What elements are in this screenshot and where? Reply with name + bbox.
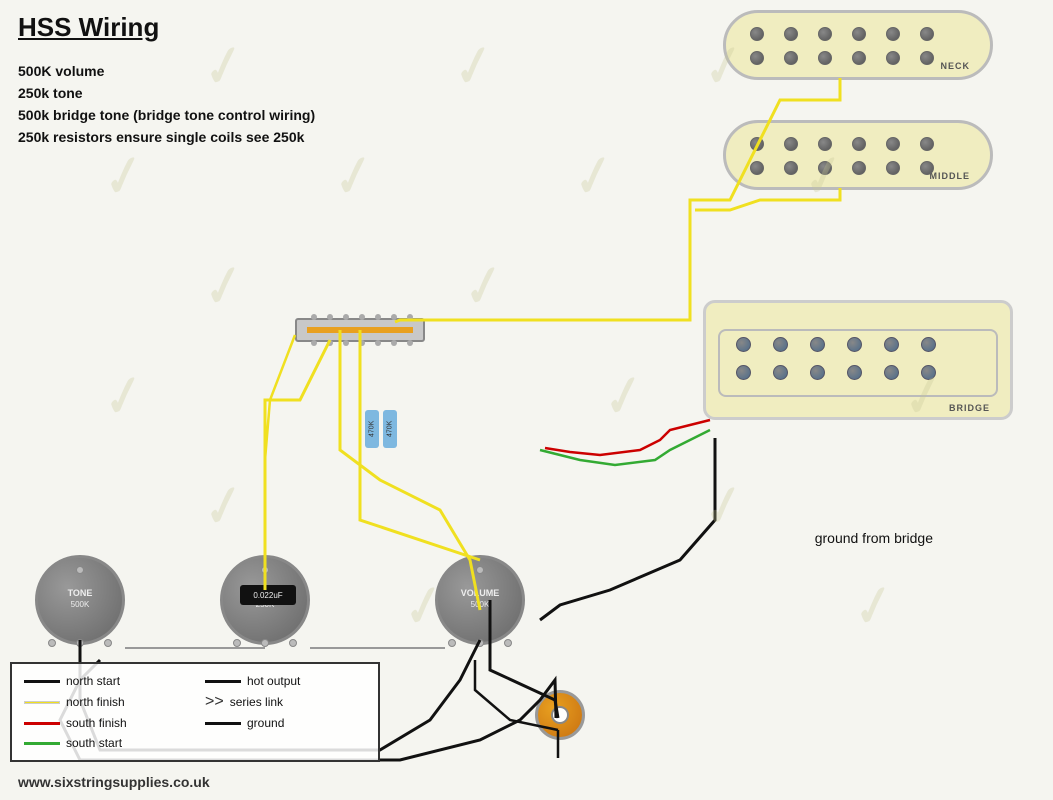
spec-line4: 250k resistors ensure single coils see 2…: [18, 126, 315, 148]
pickup-bridge: BRIDGE: [703, 300, 1013, 420]
switch-bar: [307, 327, 413, 333]
legend-north-start: north start: [24, 672, 185, 690]
neck-label: NECK: [940, 61, 970, 71]
hot-output-line: [205, 680, 241, 683]
jack-center: [551, 706, 569, 724]
pickup-neck: NECK: [723, 10, 993, 80]
legend-north-finish-label: north finish: [66, 695, 125, 709]
pot-tone1: TONE 500K: [35, 555, 125, 645]
pot-volume-value: 500K: [438, 600, 522, 609]
series-link-arrow: >>: [205, 694, 224, 710]
south-finish-line: [24, 722, 60, 725]
legend-south-start: south start: [24, 734, 185, 752]
legend-grid: north start hot output north finish >> s…: [24, 672, 366, 752]
legend: north start hot output north finish >> s…: [10, 662, 380, 762]
legend-ground-label: ground: [247, 716, 284, 730]
legend-hot-output-label: hot output: [247, 674, 300, 688]
bridge-label: BRIDGE: [949, 403, 990, 413]
bridge-pickup-inner: [718, 329, 998, 397]
five-way-switch: [295, 318, 425, 342]
output-jack: [535, 690, 585, 740]
legend-ground: ground: [205, 714, 366, 732]
middle-label: MIDDLE: [930, 171, 971, 181]
ground-line: [205, 722, 241, 725]
pot-volume-label: VOLUME: [438, 588, 522, 598]
spec-line3: 500k bridge tone (bridge tone control wi…: [18, 104, 315, 126]
legend-empty: [205, 734, 366, 752]
legend-south-start-label: south start: [66, 736, 122, 750]
pot-volume: VOLUME 500K: [435, 555, 525, 645]
pickup-middle: MIDDLE: [723, 120, 993, 190]
legend-north-start-label: north start: [66, 674, 120, 688]
website-url: www.sixstringsupplies.co.uk: [18, 774, 210, 790]
spec-line1: 500K volume: [18, 60, 315, 82]
south-start-line: [24, 742, 60, 745]
ground-from-bridge-label: ground from bridge: [815, 530, 933, 546]
legend-series-link: >> series link: [205, 692, 366, 712]
pot-tone1-value: 500K: [38, 600, 122, 609]
legend-hot-output: hot output: [205, 672, 366, 690]
page-title: HSS Wiring: [18, 12, 159, 43]
specs-block: 500K volume 250k tone 500k bridge tone (…: [18, 60, 315, 148]
main-content: HSS Wiring 500K volume 250k tone 500k br…: [0, 0, 1053, 800]
north-finish-line: [24, 701, 60, 704]
legend-south-finish: south finish: [24, 714, 185, 732]
legend-south-finish-label: south finish: [66, 716, 127, 730]
resistor-2: 470K: [383, 410, 397, 448]
spec-line2: 250k tone: [18, 82, 315, 104]
legend-north-finish: north finish: [24, 692, 185, 712]
pot-tone1-label: TONE: [38, 588, 122, 598]
north-start-line: [24, 680, 60, 683]
capacitor: 0.022uF: [240, 585, 296, 605]
legend-series-link-label: series link: [230, 695, 283, 709]
resistor-1: 470K: [365, 410, 379, 448]
